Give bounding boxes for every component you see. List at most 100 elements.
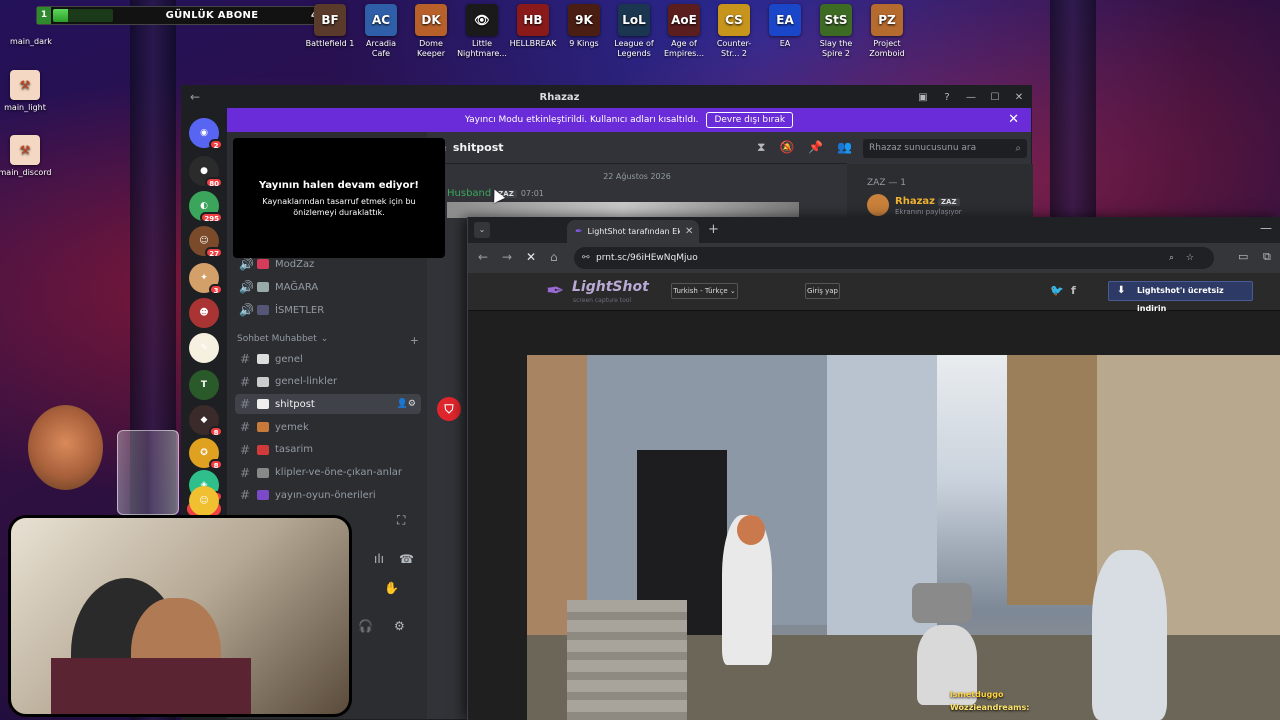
game-icon: StS: [820, 4, 852, 36]
hash-icon: #: [239, 488, 251, 503]
server-icon[interactable]: ☺: [189, 486, 219, 516]
desktop-icon-main-light[interactable]: ⚒ main_light: [0, 70, 56, 113]
headphones-icon[interactable]: 🎧: [358, 619, 373, 633]
channel-settings-icon[interactable]: 👤⚙: [397, 399, 416, 409]
browser-window[interactable]: ⌄ ✒ LightShot tarafından Ekran ✕ + — ← →…: [467, 217, 1280, 720]
cast-icon[interactable]: ▭: [1238, 250, 1248, 263]
message-author[interactable]: Husband: [447, 188, 491, 199]
message-image[interactable]: [447, 202, 799, 218]
app-icon: ⚒: [10, 70, 40, 100]
server-icon[interactable]: ◐ 295: [189, 191, 223, 223]
text-channel-yemek[interactable]: # yemek: [235, 417, 421, 437]
desktop-icon-main-discord[interactable]: ⚒ main_discord: [0, 135, 56, 178]
text-channel-genel-linkler[interactable]: # genel-linkler: [235, 372, 421, 392]
stop-loading-icon[interactable]: ✕: [526, 250, 536, 264]
tab-strip: ⌄ ✒ LightShot tarafından Ekran ✕ + —: [468, 217, 1280, 243]
add-channel-icon[interactable]: +: [410, 334, 419, 347]
mute-bell-icon[interactable]: 🔕: [779, 140, 794, 155]
home-icon[interactable]: ⌂: [550, 250, 558, 264]
server-icon[interactable]: ☺ 27: [189, 226, 223, 258]
server-icon[interactable]: ◆ 8: [189, 405, 223, 437]
shield-icon[interactable]: ⛉: [437, 397, 461, 421]
close-button[interactable]: ✕: [1007, 92, 1031, 103]
facebook-icon[interactable]: f: [1071, 284, 1076, 297]
discord-titlebar[interactable]: ← Rhazaz ▣ ? — ☐ ✕: [182, 86, 1031, 108]
channel-emoji-icon: [257, 422, 269, 433]
back-icon[interactable]: ←: [478, 250, 488, 264]
zoom-icon[interactable]: ⌕: [1169, 247, 1174, 269]
download-button[interactable]: ⬇ Lightshot'ı ücretsiz indirin: [1108, 281, 1253, 313]
category-sohbet-muhabbet[interactable]: Sohbet Muhabbet ⌄ +: [237, 334, 419, 347]
inbox-icon[interactable]: ▣: [911, 92, 935, 103]
address-bar[interactable]: ⚯ prnt.sc/96iHEwNqMjuo ⌕ ☆: [574, 247, 1214, 269]
desktop-icon-label: main_dark: [10, 37, 52, 46]
screenshot-image[interactable]: [527, 355, 1280, 720]
voice-channel-ismetler[interactable]: 🔊 İSMETLER: [235, 300, 421, 320]
language-value: Turkish - Türkçe: [673, 287, 728, 295]
server-icon[interactable]: ◉ 2: [189, 118, 223, 150]
activity-icon[interactable]: ✋: [384, 581, 399, 595]
daily-subscriber-bar: 1 GÜNLÜK ABONE 4: [36, 6, 324, 25]
member-name: Rhazaz: [895, 196, 935, 207]
server-search-input[interactable]: Rhazaz sunucusunu ara ⌕: [863, 139, 1027, 158]
desktop-icon-game[interactable]: DK Dome Keeper: [406, 4, 456, 59]
desktop-icon-game[interactable]: EA EA: [760, 4, 810, 49]
desktop-icon-main-dark[interactable]: main_dark: [0, 4, 62, 47]
server-icon[interactable]: ✦ 3: [189, 263, 223, 295]
desktop-icon-game[interactable]: HB HELLBREAK: [508, 4, 558, 49]
threads-icon[interactable]: ⧗: [757, 140, 765, 155]
new-tab-button[interactable]: +: [708, 222, 719, 237]
gear-icon[interactable]: ⚙: [394, 619, 405, 633]
site-info-icon[interactable]: ⚯: [582, 247, 590, 269]
unread-badge: 3: [209, 284, 223, 295]
members-icon[interactable]: 👥: [837, 140, 852, 155]
close-icon[interactable]: ✕: [1008, 112, 1019, 127]
forward-icon[interactable]: →: [502, 250, 512, 264]
disable-streamer-mode-button[interactable]: Devre dışı bırak: [706, 112, 794, 128]
desktop-icon-label: HELLBREAK: [509, 39, 557, 48]
voice-channel-magara[interactable]: 🔊 MAĞARA: [235, 277, 421, 297]
desktop-icon-label: Project Zomboid: [869, 39, 905, 58]
tab-title: LightShot tarafından Ekran: [587, 227, 680, 236]
back-arrow-icon[interactable]: ←: [182, 90, 208, 104]
language-select[interactable]: Turkish - Türkçe ⌄: [671, 283, 738, 299]
server-icon[interactable]: T: [189, 370, 219, 400]
desktop-icon-game[interactable]: AoE Age of Empires...: [659, 4, 709, 59]
noise-icon[interactable]: ılı: [374, 552, 384, 566]
unread-badge: 2: [209, 139, 223, 150]
desktop-icon-label: Arcadia Cafe: [365, 39, 397, 58]
server-icon[interactable]: ☻: [189, 298, 219, 328]
server-icon[interactable]: ✎: [189, 333, 219, 363]
desktop-icon-game[interactable]: StS Slay the Spire 2: [811, 4, 861, 59]
desktop-icon-game[interactable]: 9K 9 Kings: [559, 4, 609, 49]
text-channel-tasarim[interactable]: # tasarim: [235, 440, 421, 460]
desktop-icon-game[interactable]: BF Battlefield 1: [305, 4, 355, 49]
help-icon[interactable]: ?: [935, 92, 959, 103]
server-icon[interactable]: ● 80: [189, 156, 223, 188]
close-tab-icon[interactable]: ✕: [685, 226, 699, 237]
minimize-button[interactable]: —: [1260, 221, 1272, 235]
disconnect-icon[interactable]: ☎: [399, 552, 414, 566]
desktop-icon-label: EA: [779, 39, 791, 48]
twitter-icon[interactable]: 🐦: [1050, 284, 1064, 297]
member-item[interactable]: Rhazaz ZAZ Ekranını paylaşıyor: [867, 194, 962, 216]
bookmark-star-icon[interactable]: ☆: [1186, 247, 1194, 269]
extensions-icon[interactable]: ⧉: [1263, 250, 1271, 264]
maximize-button[interactable]: ☐: [983, 92, 1007, 103]
server-icon[interactable]: ✪ 8: [189, 438, 223, 470]
text-channel-shitpost[interactable]: # shitpost 👤⚙: [235, 394, 421, 415]
desktop-icon-game[interactable]: PZ Project Zomboid: [862, 4, 912, 59]
hash-icon: #: [239, 442, 251, 457]
desktop-icon-game[interactable]: 👁 Little Nightmare...: [457, 4, 507, 59]
stairs: [567, 600, 687, 720]
pin-icon[interactable]: 📌: [808, 140, 823, 155]
login-button[interactable]: Giriş yap: [805, 283, 840, 299]
soundboard-icon[interactable]: ⛶: [397, 513, 405, 528]
desktop-icon-game[interactable]: AC Arcadia Cafe: [356, 4, 406, 59]
tab-lightshot[interactable]: ✒ LightShot tarafından Ekran ✕: [567, 220, 699, 243]
desktop-icon-game[interactable]: CS Counter-Str... 2: [709, 4, 759, 59]
tab-search-icon[interactable]: ⌄: [474, 222, 490, 238]
text-channel-genel[interactable]: # genel: [235, 349, 421, 369]
minimize-button[interactable]: —: [959, 92, 983, 103]
desktop-icon-game[interactable]: LoL League of Legends: [609, 4, 659, 59]
